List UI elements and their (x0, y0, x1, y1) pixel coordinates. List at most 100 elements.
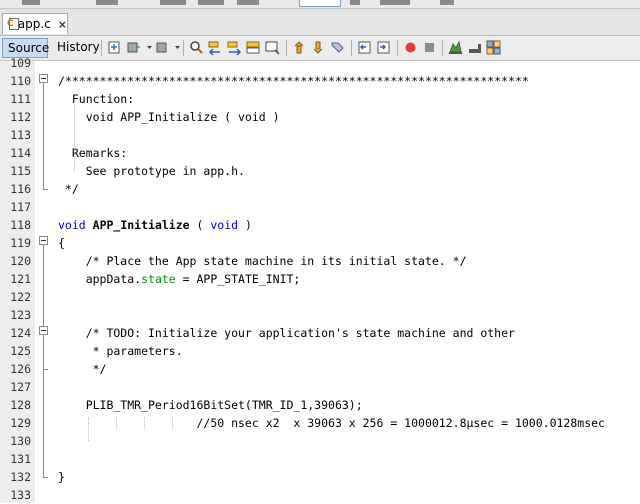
line-number: 114 (10, 146, 31, 160)
fold-guide (43, 245, 44, 477)
function-name: APP_Initialize (92, 218, 190, 232)
code-line[interactable]: void APP_Initialize ( void ) (58, 216, 252, 234)
history-view-tab[interactable]: History (52, 38, 100, 58)
code-line[interactable]: void APP_Initialize ( void ) (58, 108, 280, 126)
forward-dropdown-icon[interactable] (170, 40, 180, 55)
window-top-strip (0, 0, 640, 9)
line-number: 112 (10, 110, 31, 124)
menu-fragment (380, 0, 410, 5)
menu-fragment (237, 0, 259, 5)
toolbar-separator (101, 40, 102, 56)
previous-bookmark-icon[interactable] (292, 40, 307, 55)
back-icon[interactable] (126, 40, 141, 55)
shift-left-icon[interactable] (357, 40, 372, 55)
fold-end-marker (43, 369, 48, 370)
line-number-gutter: 109 110 111 112 113 114 115 116 117 118 119 120 121 1… (0, 56, 36, 503)
code-line[interactable]: Function: (58, 90, 134, 108)
line-number: 118 (10, 218, 31, 232)
code-area[interactable]: /***************************************… (53, 61, 640, 503)
c-file-icon: C (7, 17, 19, 31)
code-line[interactable]: { (58, 234, 65, 252)
indent-guide (172, 417, 173, 429)
line-number: 109 (10, 56, 31, 70)
code-line[interactable]: /***************************************… (58, 72, 529, 90)
fold-end-marker (43, 189, 48, 190)
code-editor[interactable]: 109 110 111 112 113 114 115 116 117 118 119 120 121 1… (0, 56, 640, 503)
code-line[interactable]: //50 nsec x2 x 39063 x 256 = 1000012.8μs… (58, 414, 605, 432)
find-previous-icon[interactable] (208, 40, 223, 55)
file-tab-app-c[interactable]: C app.c × (2, 13, 68, 34)
last-edit-icon[interactable] (107, 40, 122, 55)
menu-fragment (440, 0, 454, 5)
menu-fragment (22, 0, 40, 5)
line-number: 124 (10, 326, 31, 340)
line-number: 132 (10, 470, 31, 484)
uncomment-icon[interactable] (467, 40, 482, 55)
punctuation: ( (189, 218, 211, 232)
line-number: 110 (10, 74, 31, 88)
line-number: 111 (10, 92, 31, 106)
indent-guide (144, 417, 145, 429)
line-number: 121 (10, 272, 31, 286)
toolbar-separator (286, 40, 287, 56)
code-line[interactable]: appData.state = APP_STATE_INIT; (58, 270, 301, 288)
find-next-icon[interactable] (227, 40, 242, 55)
code-line[interactable]: /* TODO: Initialize your application's s… (58, 324, 515, 342)
line-number: 129 (10, 416, 31, 430)
file-tab-label: app.c (17, 17, 51, 31)
toolbar-separator (397, 40, 398, 56)
code-line[interactable]: * parameters. (58, 342, 183, 360)
code-line[interactable]: */ (58, 180, 79, 198)
editor-tab-bar: C app.c × (0, 9, 640, 36)
toolbar-separator (183, 40, 184, 56)
search-box-fragment[interactable] (299, 0, 341, 7)
line-number: 131 (10, 452, 31, 466)
toolbar-separator (351, 40, 352, 56)
line-number: 125 (10, 344, 31, 358)
line-number: 122 (10, 290, 31, 304)
code-line[interactable]: /* Place the App state machine in its in… (58, 252, 467, 270)
code-line[interactable]: Remarks: (58, 144, 127, 162)
code-text: appData. (58, 272, 142, 286)
menu-fragment (96, 0, 118, 5)
toggle-highlight-icon[interactable] (265, 40, 280, 55)
stop-macro-icon[interactable] (422, 40, 437, 55)
line-number: 113 (10, 128, 31, 142)
line-number: 130 (10, 434, 31, 448)
line-number: 115 (10, 164, 31, 178)
forward-icon[interactable] (154, 40, 169, 55)
toolbar-separator (442, 40, 443, 56)
struct-field: state (141, 272, 176, 286)
fold-collapse-icon[interactable] (39, 326, 48, 335)
line-number: 117 (10, 200, 31, 214)
line-number: 128 (10, 398, 31, 412)
editor-toolbar: Source History (0, 36, 640, 61)
fold-collapse-icon[interactable] (39, 74, 48, 83)
find-icon[interactable] (189, 40, 204, 55)
code-line[interactable]: See prototype in app.h. (58, 162, 245, 180)
fold-margin (35, 61, 53, 503)
indent-guide (116, 417, 117, 429)
shift-right-icon[interactable] (376, 40, 391, 55)
line-number: 116 (10, 182, 31, 196)
fold-guide (43, 83, 44, 189)
fold-collapse-icon[interactable] (39, 236, 48, 245)
toggle-bookmark-icon[interactable] (330, 40, 345, 55)
line-number: 119 (10, 236, 31, 250)
comment-icon[interactable] (448, 40, 463, 55)
next-bookmark-icon[interactable] (311, 40, 326, 55)
diff-icon[interactable] (486, 40, 501, 55)
line-number: 127 (10, 380, 31, 394)
menu-fragment (198, 0, 224, 5)
code-line[interactable]: */ (58, 360, 107, 378)
punctuation: ) (238, 218, 252, 232)
menu-fragment (160, 0, 186, 5)
code-line[interactable]: } (58, 468, 65, 486)
back-dropdown-icon[interactable] (142, 40, 152, 55)
find-selection-icon[interactable] (246, 40, 261, 55)
menu-fragment (350, 0, 360, 5)
close-tab-icon[interactable]: × (58, 18, 67, 31)
code-line[interactable]: PLIB_TMR_Period16BitSet(TMR_ID_1,39063); (58, 396, 363, 414)
start-macro-icon[interactable] (403, 40, 418, 55)
code-text: = APP_STATE_INIT; (175, 272, 301, 286)
